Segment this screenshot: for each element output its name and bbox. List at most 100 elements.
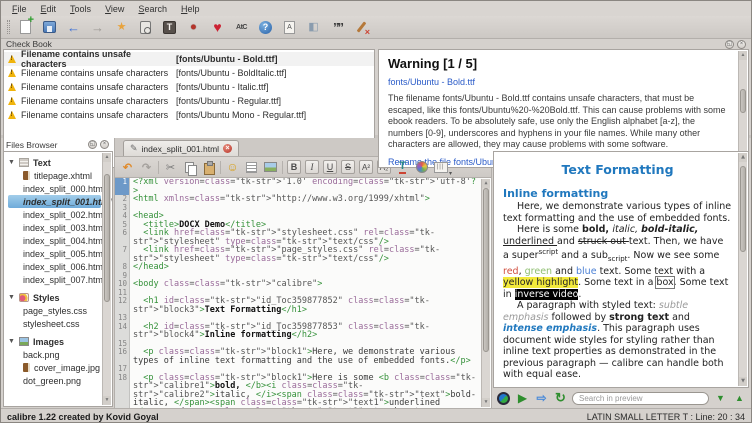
- file-item[interactable]: index_split_005.html: [8, 247, 101, 260]
- speaker-box-icon[interactable]: [137, 19, 154, 36]
- broom-icon[interactable]: [353, 19, 370, 36]
- arrange-icon[interactable]: [244, 160, 259, 175]
- scroll-thumb[interactable]: [104, 174, 110, 303]
- close-icon[interactable]: ×: [100, 140, 109, 149]
- smart-quotes-icon[interactable]: [329, 19, 346, 36]
- main-area: Files Browser ◱ × ▼ Text titlepage.xhtml…: [1, 138, 751, 408]
- check-warning-row[interactable]: Filename contains unsafe characters [fon…: [4, 52, 374, 66]
- scroll-down-button[interactable]: ▼: [739, 377, 747, 386]
- file-item[interactable]: index_split_004.html: [8, 234, 101, 247]
- scroll-thumb[interactable]: [483, 188, 489, 352]
- warning-file-link[interactable]: fonts/Ubuntu - Bold.ttf: [388, 77, 732, 87]
- code-area[interactable]: 1<?xml version=class="tk-str">'1.0' enco…: [115, 178, 491, 408]
- scroll-track[interactable]: [103, 162, 111, 396]
- file-item[interactable]: index_split_007.html: [8, 273, 101, 286]
- chevron-down-icon[interactable]: ▼: [8, 294, 15, 301]
- menu-tools[interactable]: Tools: [63, 3, 98, 15]
- edit-document-icon[interactable]: A: [281, 19, 298, 36]
- file-item[interactable]: page_styles.css: [8, 304, 101, 317]
- run-preview-icon[interactable]: [515, 391, 530, 406]
- scroll-track[interactable]: [739, 162, 747, 377]
- check-warning-row[interactable]: Filename contains unsafe characters [fon…: [4, 94, 374, 108]
- scroll-thumb[interactable]: [740, 166, 746, 252]
- menu-search[interactable]: Search: [131, 3, 174, 15]
- cut-icon[interactable]: [163, 160, 178, 175]
- menu-edit[interactable]: Edit: [34, 3, 64, 15]
- find-next-icon[interactable]: [713, 391, 728, 406]
- new-file-icon[interactable]: [17, 19, 34, 36]
- scroll-up-button[interactable]: ▲: [103, 153, 111, 162]
- browser-icon[interactable]: [496, 391, 511, 406]
- warning-scrollbar[interactable]: ▲ ▼: [738, 51, 747, 166]
- check-warning-row[interactable]: Filename contains unsafe characters [fon…: [4, 80, 374, 94]
- paste-icon[interactable]: [201, 160, 216, 175]
- files-scrollbar[interactable]: ▲ ▼: [102, 153, 111, 405]
- file-item[interactable]: titlepage.xhtml: [8, 169, 101, 182]
- tab-index-split-001[interactable]: ✎ index_split_001.html ×: [123, 140, 239, 156]
- statusbar: calibre 1.22 created by Kovid Goyal LATI…: [1, 408, 751, 423]
- check-warning-row[interactable]: Filename contains unsafe characters [fon…: [4, 66, 374, 80]
- menu-view[interactable]: View: [98, 3, 131, 15]
- file-item-selected[interactable]: index_split_001.html: [8, 195, 101, 208]
- file-item[interactable]: index_split_000.html: [8, 182, 101, 195]
- file-item[interactable]: back.png: [8, 348, 101, 361]
- superscript-button[interactable]: [359, 160, 373, 174]
- file-item[interactable]: index_split_002.html: [8, 208, 101, 221]
- underline-button[interactable]: [323, 160, 337, 174]
- float-button[interactable]: ◱: [725, 40, 734, 49]
- scroll-down-button[interactable]: ▼: [482, 398, 490, 407]
- preview-scrollbar[interactable]: ▲ ▼: [738, 153, 747, 386]
- hand-icon[interactable]: [305, 19, 322, 36]
- warning-file: [fonts/Ubuntu - Regular.ttf]: [176, 96, 281, 106]
- bold-button[interactable]: [287, 160, 301, 174]
- italic-button[interactable]: [305, 160, 319, 174]
- magic-wand-icon[interactable]: [113, 19, 130, 36]
- spellcheck-icon[interactable]: AtC: [233, 19, 250, 36]
- help-icon[interactable]: ?: [257, 19, 274, 36]
- file-item[interactable]: index_split_003.html: [8, 221, 101, 234]
- reload-icon[interactable]: [553, 391, 568, 406]
- scroll-down-button[interactable]: ▼: [103, 396, 111, 405]
- redo-icon[interactable]: [139, 160, 154, 175]
- menu-file[interactable]: File: [5, 3, 34, 15]
- section-header-images[interactable]: ▼ Images: [8, 335, 101, 348]
- go-to-icon[interactable]: [534, 391, 549, 406]
- preview-search-input[interactable]: [572, 392, 709, 405]
- strikethrough-button[interactable]: [341, 160, 355, 174]
- back-icon[interactable]: [65, 19, 82, 36]
- undo-icon[interactable]: [120, 160, 135, 175]
- character-palette-icon[interactable]: |||: [433, 160, 448, 175]
- chevron-down-icon[interactable]: ▼: [8, 159, 15, 166]
- find-previous-icon[interactable]: [732, 391, 747, 406]
- file-item[interactable]: dot_green.png: [8, 374, 101, 387]
- close-icon[interactable]: ×: [737, 40, 746, 49]
- scroll-thumb[interactable]: [740, 89, 746, 113]
- forward-icon[interactable]: [89, 19, 106, 36]
- tab-close-icon[interactable]: ×: [223, 144, 232, 153]
- text-style-icon[interactable]: T: [161, 19, 178, 36]
- chevron-down-icon[interactable]: ▼: [8, 338, 15, 345]
- file-item[interactable]: cover_image.jpg: [8, 361, 101, 374]
- scroll-track[interactable]: [482, 188, 490, 398]
- scroll-track[interactable]: [739, 60, 747, 157]
- scroll-up-button[interactable]: ▲: [739, 153, 747, 162]
- file-item[interactable]: stylesheet.css: [8, 317, 101, 330]
- file-item[interactable]: index_split_006.html: [8, 260, 101, 273]
- scroll-up-button[interactable]: ▲: [482, 179, 490, 188]
- insert-image-icon[interactable]: [263, 160, 278, 175]
- check-warning-row[interactable]: Filename contains unsafe characters [fon…: [4, 108, 374, 122]
- insert-special-character-icon[interactable]: [225, 160, 240, 175]
- text-color-icon[interactable]: [395, 160, 410, 175]
- save-icon[interactable]: [41, 19, 58, 36]
- menu-help[interactable]: Help: [174, 3, 207, 15]
- toolbar-drag-handle[interactable]: [7, 20, 10, 34]
- check-book-bug-icon[interactable]: [185, 19, 202, 36]
- editor-scrollbar[interactable]: ▲ ▼: [481, 179, 490, 407]
- section-header-styles[interactable]: ▼ Styles: [8, 291, 101, 304]
- float-button[interactable]: ◱: [88, 140, 97, 149]
- color-wheel-icon[interactable]: [414, 160, 429, 175]
- section-header-text[interactable]: ▼ Text: [8, 156, 101, 169]
- scroll-up-button[interactable]: ▲: [739, 51, 747, 60]
- donate-heart-icon[interactable]: [209, 19, 226, 36]
- copy-icon[interactable]: [182, 160, 197, 175]
